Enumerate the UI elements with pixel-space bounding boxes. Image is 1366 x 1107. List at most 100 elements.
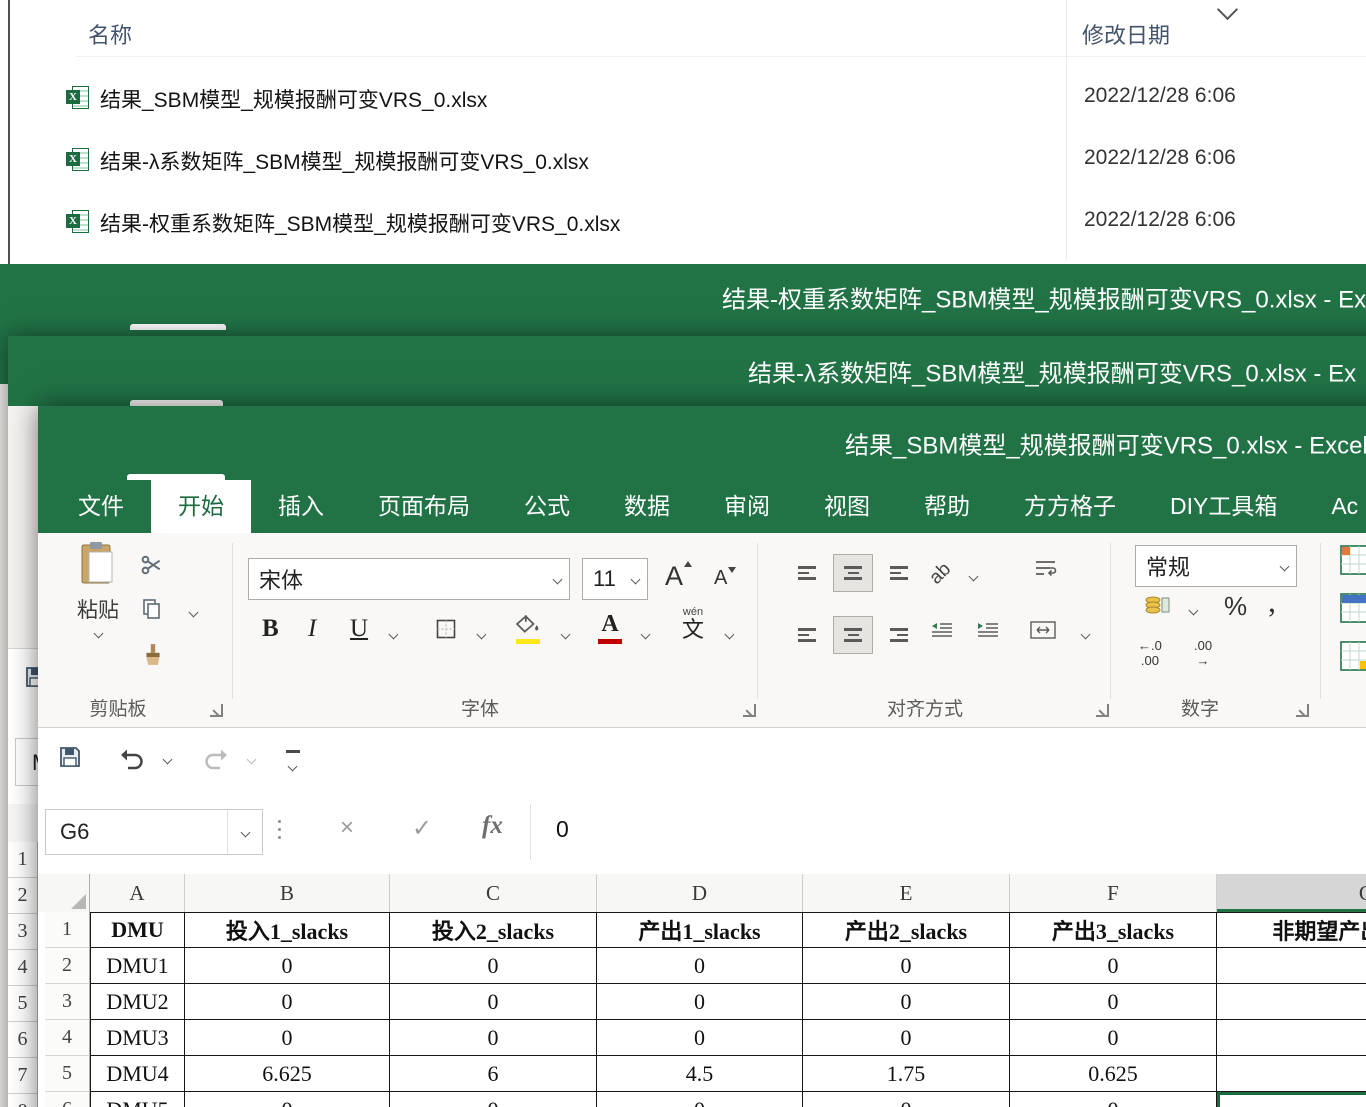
cell[interactable]: 0: [1010, 1092, 1217, 1107]
cut-button[interactable]: [140, 553, 164, 582]
comma-style-button[interactable]: ,: [1268, 583, 1276, 620]
column-header-G[interactable]: G: [1217, 874, 1366, 912]
tab-diy-toolbox[interactable]: DIY工具箱: [1143, 480, 1304, 533]
cell-styles-button[interactable]: [1340, 641, 1366, 676]
cell[interactable]: DMU3: [90, 1020, 185, 1056]
cell[interactable]: 0: [597, 1092, 803, 1107]
row-header[interactable]: 4: [8, 950, 38, 986]
phonetic-guide-button[interactable]: wén 文: [682, 607, 704, 642]
font-name-combo[interactable]: 宋体: [248, 558, 570, 600]
shrink-font-button[interactable]: A: [714, 567, 736, 590]
chevron-down-icon[interactable]: [725, 630, 735, 640]
cell[interactable]: 0: [390, 1020, 597, 1056]
chevron-down-icon[interactable]: [969, 572, 979, 582]
column-header-B[interactable]: B: [185, 874, 390, 912]
percent-style-button[interactable]: %: [1224, 591, 1247, 622]
row-header[interactable]: 5: [8, 986, 38, 1022]
select-all-corner[interactable]: [45, 874, 90, 912]
cell[interactable]: 非期望产出1_slacks: [1217, 912, 1366, 948]
cell[interactable]: [1217, 984, 1366, 1020]
cell[interactable]: 0: [803, 948, 1010, 984]
cell[interactable]: 0: [185, 1020, 390, 1056]
row-header[interactable]: 8: [8, 1094, 38, 1107]
row-header[interactable]: 7: [8, 1058, 38, 1094]
explorer-column-name[interactable]: 名称: [88, 18, 132, 50]
cell[interactable]: [1217, 1056, 1366, 1092]
clipboard-dialog-launcher[interactable]: [210, 704, 223, 717]
cell[interactable]: 0: [597, 984, 803, 1020]
cell[interactable]: 6.625: [185, 1056, 390, 1092]
resize-dots-icon[interactable]: [278, 820, 281, 823]
cell[interactable]: 0: [803, 1020, 1010, 1056]
cancel-button[interactable]: ×: [340, 814, 354, 842]
cell[interactable]: 0: [390, 1092, 597, 1107]
merge-center-button[interactable]: [1030, 621, 1056, 644]
redo-icon[interactable]: [202, 746, 230, 772]
increase-indent-button[interactable]: [976, 621, 1000, 644]
align-top-button[interactable]: [788, 555, 826, 591]
paste-button[interactable]: 粘贴: [62, 541, 134, 642]
tab-acrobat[interactable]: Ac: [1304, 480, 1366, 533]
cell[interactable]: [1217, 1092, 1366, 1107]
number-dialog-launcher[interactable]: [1296, 704, 1309, 717]
chevron-down-icon[interactable]: [561, 630, 571, 640]
accounting-format-button[interactable]: [1144, 593, 1170, 622]
italic-button[interactable]: I: [308, 615, 316, 643]
row-header[interactable]: 5: [45, 1056, 90, 1092]
cell[interactable]: DMU5: [90, 1092, 185, 1107]
wrap-text-button[interactable]: [1034, 559, 1058, 584]
cell[interactable]: 0: [390, 948, 597, 984]
cell[interactable]: 0.625: [1010, 1056, 1217, 1092]
align-right-button[interactable]: [880, 617, 918, 653]
cell[interactable]: 0: [597, 1020, 803, 1056]
conditional-formatting-button[interactable]: [1340, 545, 1366, 580]
row-header[interactable]: 1: [45, 912, 90, 948]
row-header[interactable]: 6: [8, 1022, 38, 1058]
name-box[interactable]: G6: [45, 809, 263, 855]
row-header[interactable]: 1: [8, 842, 38, 878]
font-size-combo[interactable]: 11: [582, 558, 648, 600]
cell[interactable]: DMU: [90, 912, 185, 948]
column-header-C[interactable]: C: [390, 874, 597, 912]
number-format-combo[interactable]: 常规: [1135, 545, 1297, 587]
font-color-button[interactable]: A: [598, 611, 622, 644]
chevron-down-icon[interactable]: [1081, 630, 1091, 640]
copy-button[interactable]: [142, 597, 162, 626]
increase-decimal-button[interactable]: ←.0 .00: [1138, 639, 1162, 669]
tab-formulas[interactable]: 公式: [497, 480, 597, 533]
chevron-down-icon[interactable]: [189, 608, 199, 618]
cell[interactable]: 0: [390, 984, 597, 1020]
tab-help[interactable]: 帮助: [897, 480, 997, 533]
cell[interactable]: 1.75: [803, 1056, 1010, 1092]
cell[interactable]: 投入2_slacks: [390, 912, 597, 948]
undo-icon[interactable]: [118, 746, 146, 772]
cell[interactable]: DMU4: [90, 1056, 185, 1092]
align-center-button[interactable]: [834, 617, 872, 653]
cell[interactable]: 0: [185, 984, 390, 1020]
row-header[interactable]: 3: [8, 914, 38, 950]
tab-ffcell[interactable]: 方方格子: [997, 480, 1143, 533]
tab-file[interactable]: 文件: [51, 480, 151, 533]
chevron-down-icon[interactable]: [389, 630, 399, 640]
enter-button[interactable]: ✓: [412, 814, 432, 843]
file-row[interactable]: X 结果-λ系数矩阵_SBM模型_规模报酬可变VRS_0.xlsx 2022/1…: [0, 140, 1366, 180]
tab-data[interactable]: 数据: [597, 480, 697, 533]
cell[interactable]: DMU1: [90, 948, 185, 984]
cell[interactable]: [1217, 1020, 1366, 1056]
file-row[interactable]: X 结果-权重系数矩阵_SBM模型_规模报酬可变VRS_0.xlsx 2022/…: [0, 202, 1366, 242]
align-middle-button[interactable]: [834, 555, 872, 591]
tab-view[interactable]: 视图: [797, 480, 897, 533]
title-bar[interactable]: 结果_SBM模型_规模报酬可变VRS_0.xlsx - Excel: [38, 406, 1366, 480]
cell[interactable]: 0: [803, 984, 1010, 1020]
cell[interactable]: [1217, 948, 1366, 984]
align-bottom-button[interactable]: [880, 555, 918, 591]
tab-insert[interactable]: 插入: [251, 480, 351, 533]
cell[interactable]: 0: [1010, 1020, 1217, 1056]
cell[interactable]: 产出1_slacks: [597, 912, 803, 948]
cell[interactable]: 0: [597, 948, 803, 984]
chevron-down-icon[interactable]: [1189, 606, 1199, 616]
cell[interactable]: DMU2: [90, 984, 185, 1020]
row-header[interactable]: 3: [45, 984, 90, 1020]
cell[interactable]: 产出2_slacks: [803, 912, 1010, 948]
cell[interactable]: 投入1_slacks: [185, 912, 390, 948]
